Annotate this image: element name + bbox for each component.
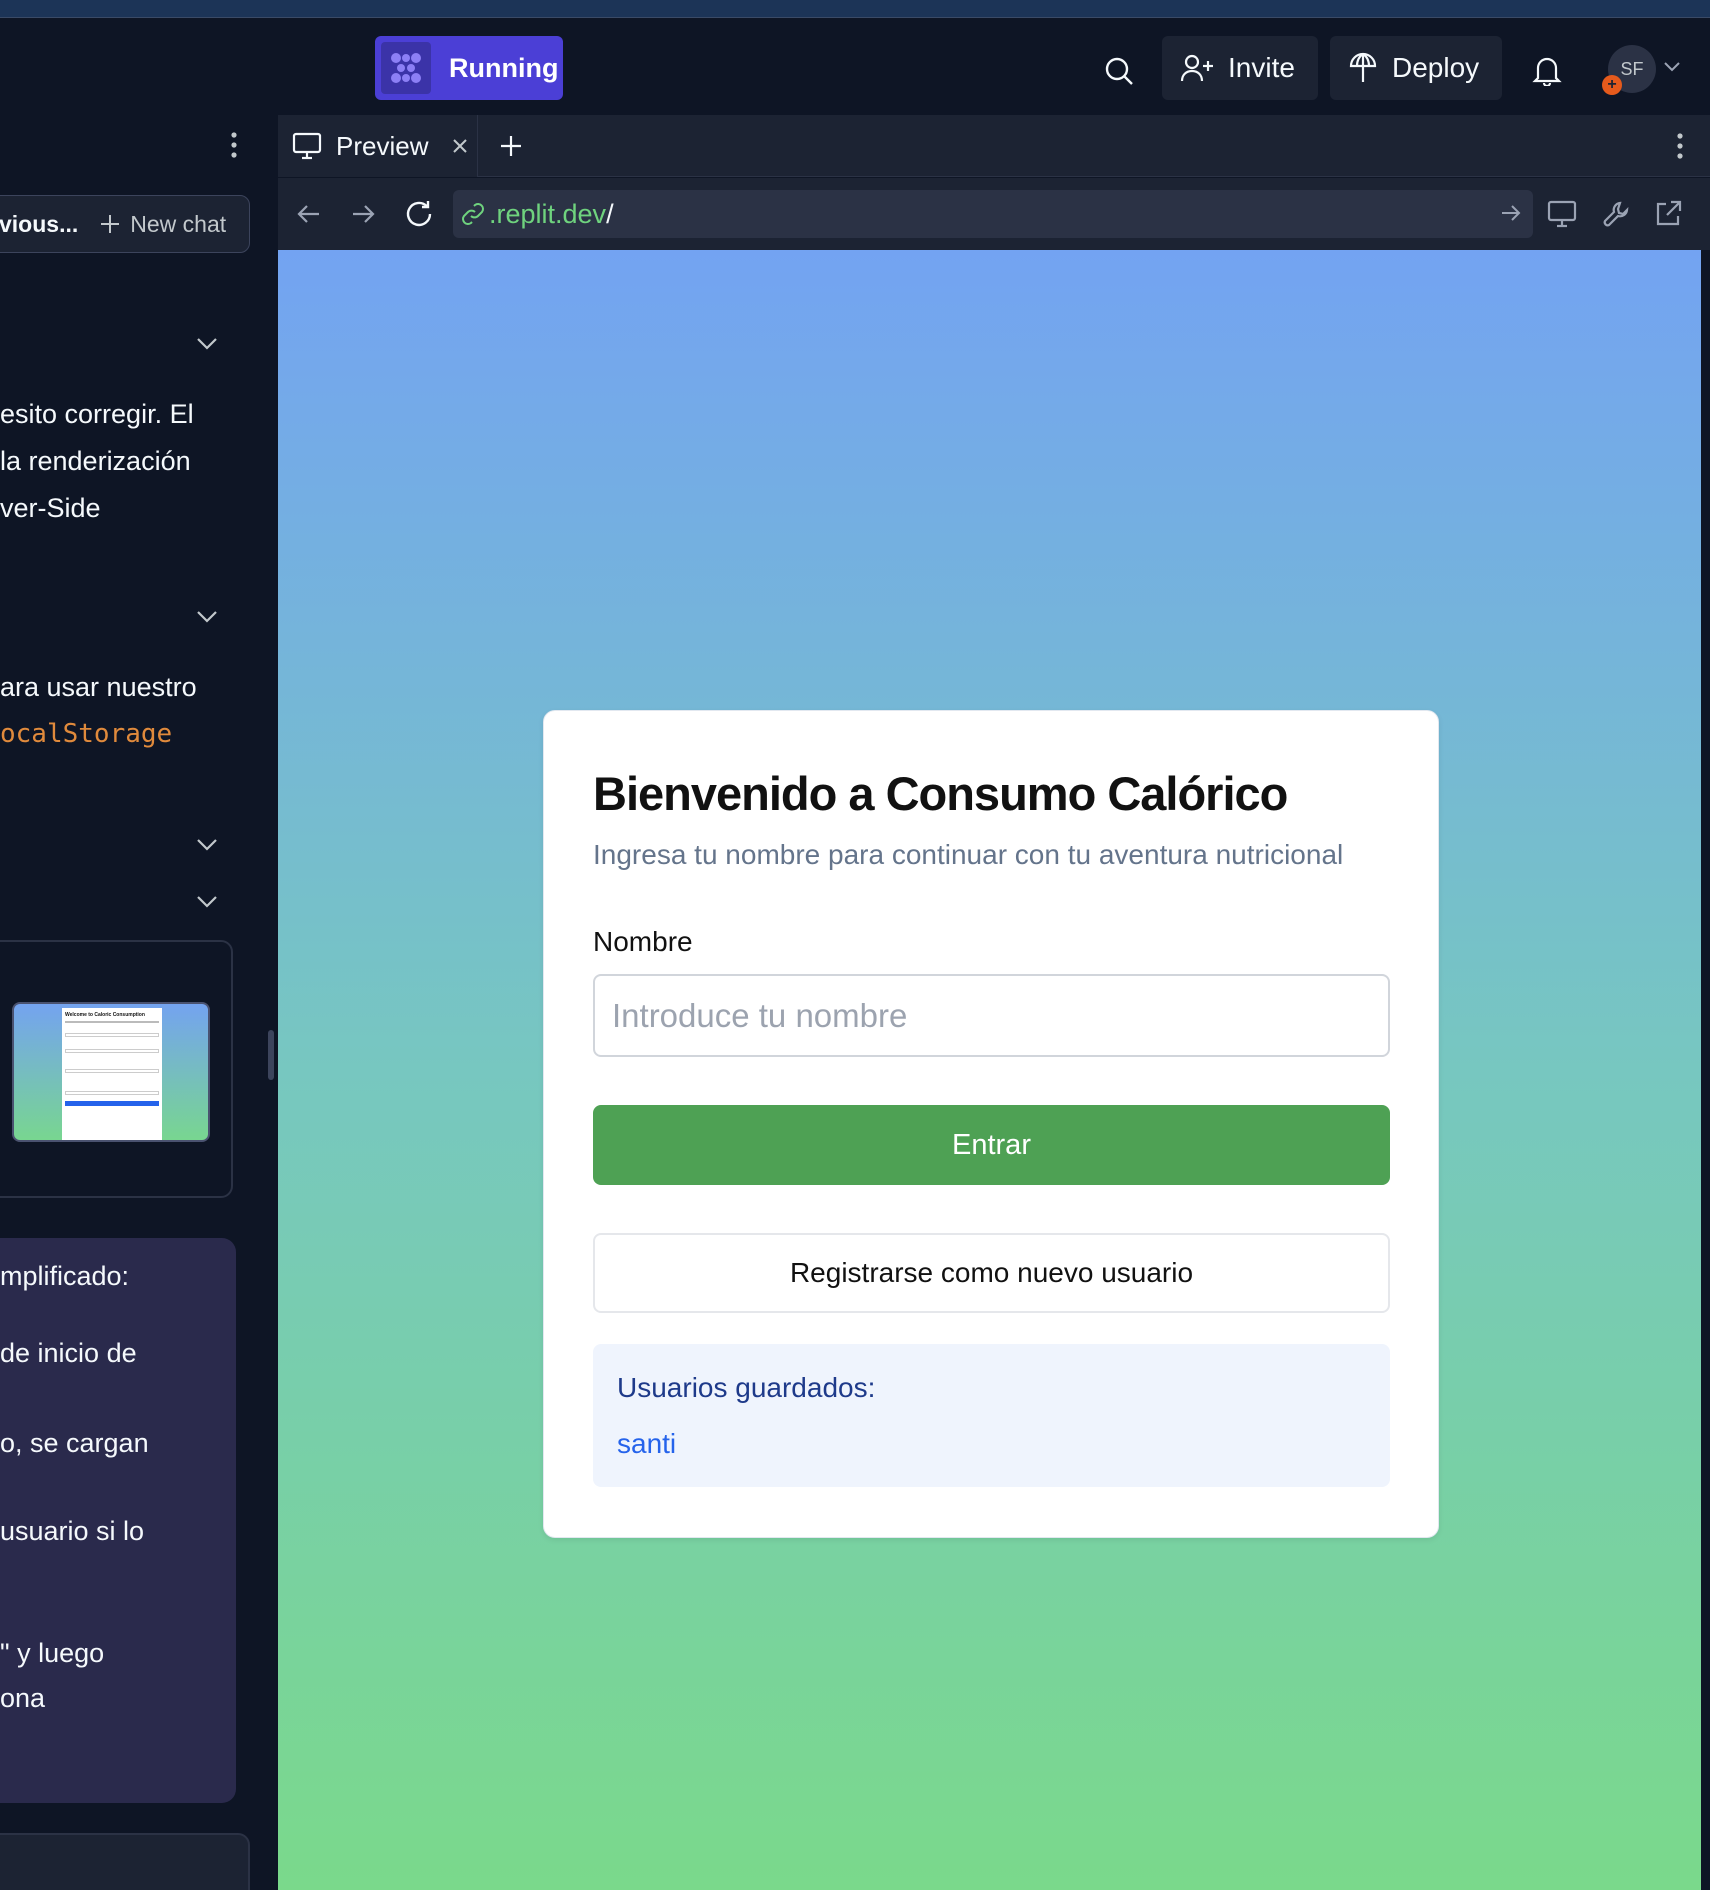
tab-preview[interactable]: Preview bbox=[278, 115, 478, 177]
enter-button[interactable]: Entrar bbox=[593, 1105, 1390, 1185]
close-tab-icon[interactable] bbox=[452, 138, 468, 154]
deploy-label: Deploy bbox=[1392, 52, 1480, 83]
page-title: Bienvenido a Consumo Calórico bbox=[593, 767, 1288, 820]
replit-agent-icon bbox=[381, 42, 431, 94]
add-user-icon bbox=[1180, 54, 1213, 82]
page-subtitle: Ingresa tu nombre para continuar con tu … bbox=[593, 839, 1344, 870]
avatar-badge-icon: + bbox=[1602, 75, 1622, 95]
summary-line: mplificado: bbox=[0, 1261, 130, 1291]
new-chat-button[interactable]: New chat bbox=[100, 211, 226, 238]
new-tab-plus-icon[interactable] bbox=[498, 133, 524, 159]
account-chevron-down-icon[interactable] bbox=[1662, 60, 1682, 74]
window-top-strip bbox=[0, 0, 1710, 18]
agent-summary-message: mplificado: de inicio de o, se cargan us… bbox=[0, 1238, 236, 1803]
summary-line: de inicio de bbox=[0, 1338, 137, 1368]
preview-right-edge bbox=[1701, 250, 1710, 1890]
preview-screenshot-thumbnail[interactable]: Welcome to Caloric Consumption bbox=[12, 1002, 210, 1142]
chat-input-box[interactable] bbox=[0, 1833, 250, 1890]
run-status-label: Running bbox=[449, 52, 559, 83]
chat-message-line: esito corregir. El bbox=[0, 399, 194, 429]
url-address-bar[interactable]: .replit.dev / bbox=[453, 190, 1533, 238]
open-in-new-tab-icon[interactable] bbox=[1652, 198, 1684, 230]
chat-message-line: ver-Side bbox=[0, 493, 101, 523]
run-status-button[interactable]: Running bbox=[375, 36, 563, 100]
collapse-chevron-icon[interactable] bbox=[196, 337, 218, 351]
link-icon bbox=[462, 203, 484, 225]
pane-more-options-icon[interactable] bbox=[1668, 131, 1692, 161]
device-preview-icon[interactable] bbox=[1546, 198, 1578, 230]
previous-chats-button[interactable]: vious... bbox=[0, 211, 78, 238]
pane-tab-bar: Preview bbox=[278, 115, 1710, 177]
login-card: Bienvenido a Consumo Calórico Ingresa tu… bbox=[543, 710, 1439, 1538]
name-field-label: Nombre bbox=[593, 926, 693, 957]
thumbnail-title: Welcome to Caloric Consumption bbox=[65, 1012, 145, 1018]
chat-message-line: la renderización bbox=[0, 446, 191, 476]
url-host: .replit.dev bbox=[489, 198, 607, 229]
go-arrow-icon[interactable] bbox=[1501, 204, 1521, 222]
screenshot-card: Welcome to Caloric Consumption bbox=[0, 940, 233, 1198]
plus-icon bbox=[101, 215, 120, 233]
agent-chat-panel: vious... New chat esito corregir. El la … bbox=[0, 115, 268, 1890]
preview-url-toolbar: .replit.dev / bbox=[278, 178, 1710, 250]
notifications-bell-icon[interactable] bbox=[1528, 50, 1566, 90]
chat-history-bar: vious... New chat bbox=[0, 195, 250, 253]
summary-line: usuario si lo bbox=[0, 1516, 145, 1546]
saved-user-link[interactable]: santi bbox=[617, 1428, 676, 1460]
saved-users-title: Usuarios guardados: bbox=[617, 1372, 876, 1403]
back-arrow-icon[interactable] bbox=[294, 200, 324, 228]
summary-line: ona bbox=[0, 1683, 46, 1713]
summary-line: o, se cargan bbox=[0, 1428, 149, 1458]
code-snippet: ocalStorage bbox=[0, 719, 173, 749]
deploy-button[interactable]: Deploy bbox=[1330, 36, 1502, 100]
collapse-chevron-icon[interactable] bbox=[196, 895, 218, 909]
url-path: / bbox=[606, 198, 614, 229]
name-input[interactable] bbox=[593, 974, 1390, 1057]
summary-line: " y luego bbox=[0, 1638, 105, 1668]
invite-label: Invite bbox=[1228, 52, 1295, 83]
invite-button[interactable]: Invite bbox=[1162, 36, 1318, 100]
search-icon[interactable] bbox=[1098, 50, 1140, 92]
collapse-chevron-icon[interactable] bbox=[196, 610, 218, 624]
chat-message-line: ara usar nuestro bbox=[0, 672, 197, 702]
deploy-icon bbox=[1349, 52, 1377, 82]
chat-more-options-icon[interactable] bbox=[222, 130, 246, 160]
tab-preview-label: Preview bbox=[336, 130, 429, 161]
devtools-wrench-icon[interactable] bbox=[1600, 198, 1632, 230]
saved-users-panel: Usuarios guardados: santi bbox=[593, 1344, 1390, 1487]
thumbnail-document: Welcome to Caloric Consumption bbox=[62, 1008, 162, 1140]
preview-webview: Bienvenido a Consumo Calórico Ingresa tu… bbox=[278, 250, 1701, 1890]
forward-arrow-icon[interactable] bbox=[348, 200, 378, 228]
reload-icon[interactable] bbox=[403, 198, 435, 230]
collapse-chevron-icon[interactable] bbox=[196, 838, 218, 852]
register-button[interactable]: Registrarse como nuevo usuario bbox=[593, 1233, 1390, 1313]
monitor-icon bbox=[292, 132, 322, 160]
panel-resize-handle[interactable] bbox=[268, 1030, 274, 1080]
